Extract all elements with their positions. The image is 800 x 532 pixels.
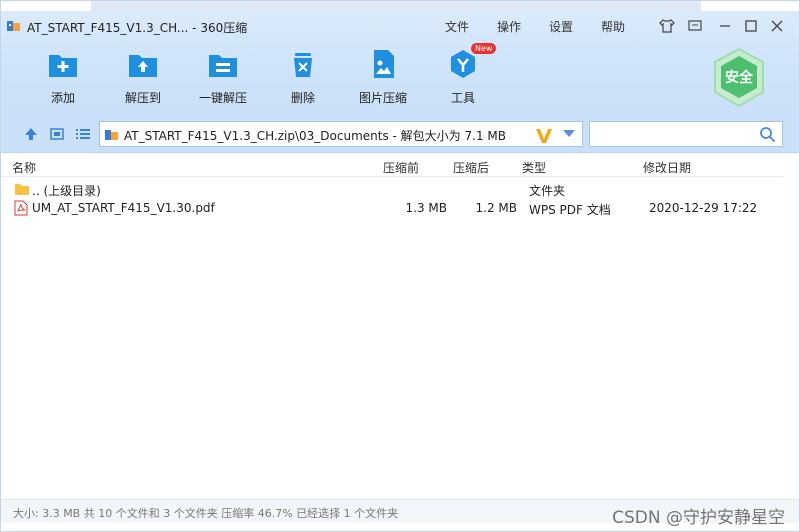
menu-help[interactable]: 帮助 <box>601 18 625 35</box>
one-click-extract-label: 一键解压 <box>198 91 247 105</box>
add-icon <box>49 55 77 77</box>
app-window: AT_START_F415_V1.3_CH... - 360压缩 文件 操作 设… <box>0 0 800 532</box>
file-type: WPS PDF 文档 <box>529 203 611 217</box>
file-name: .. (上级目录) <box>32 184 101 198</box>
column-size-after[interactable]: 压缩后 <box>453 159 489 176</box>
path-field[interactable]: AT_START_F415_V1.3_CH.zip\03_Documents -… <box>99 121 583 147</box>
image-compress-button[interactable]: 图片压缩 <box>347 47 419 109</box>
archive-app-icon <box>7 21 20 31</box>
close-button[interactable] <box>767 16 787 36</box>
tools-button[interactable]: New 工具 <box>427 43 499 109</box>
pdf-icon <box>14 200 28 216</box>
extract-to-button[interactable]: 解压到 <box>107 47 179 109</box>
address-bar: AT_START_F415_V1.3_CH.zip\03_Documents -… <box>1 115 799 153</box>
archive-icon <box>105 130 118 140</box>
minimize-button[interactable] <box>715 16 735 36</box>
delete-button[interactable]: 删除 <box>267 47 339 109</box>
column-header: 名称 压缩前 压缩后 类型 修改日期 <box>1 153 799 177</box>
status-text: 大小: 3.3 MB 共 10 个文件和 3 个文件夹 压缩率 46.7% 已经… <box>13 507 399 520</box>
menu-operation[interactable]: 操作 <box>497 18 521 35</box>
file-size-before: 1.3 MB <box>405 201 447 215</box>
table-row[interactable]: UM_AT_START_F415_V1.30.pdf 1.3 MB 1.2 MB… <box>1 199 799 218</box>
column-type[interactable]: 类型 <box>522 159 546 176</box>
skin-button[interactable] <box>657 16 677 36</box>
file-size-after: 1.2 MB <box>475 201 517 215</box>
minimize-icon <box>720 25 730 27</box>
extract-to-icon <box>129 55 157 77</box>
column-modified[interactable]: 修改日期 <box>643 159 691 176</box>
one-click-extract-button[interactable]: 一键解压 <box>187 47 259 109</box>
add-button[interactable]: 添加 <box>27 47 99 109</box>
image-compress-label: 图片压缩 <box>358 91 407 105</box>
v-logo-icon[interactable] <box>534 125 554 145</box>
delete-label: 删除 <box>290 91 315 105</box>
watermark-text: CSDN @守护安静星空 <box>612 508 785 528</box>
file-name: UM_AT_START_F415_V1.30.pdf <box>32 201 215 215</box>
up-arrow-icon[interactable] <box>23 126 39 142</box>
one-click-extract-icon <box>209 55 237 77</box>
feedback-button[interactable] <box>685 16 705 36</box>
delete-icon <box>294 53 312 77</box>
maximize-button[interactable] <box>741 16 761 36</box>
title-bar: AT_START_F415_V1.3_CH... - 360压缩 文件 操作 设… <box>1 11 799 41</box>
current-path: AT_START_F415_V1.3_CH.zip\03_Documents -… <box>124 129 506 143</box>
thumbnail-view-icon[interactable] <box>49 126 65 142</box>
main-toolbar: 添加 解压到 一键解压 删除 图片压缩 New 工具 安全 <box>1 41 799 115</box>
list-view-icon[interactable] <box>75 126 91 142</box>
column-name[interactable]: 名称 <box>12 159 36 176</box>
safe-shield-icon[interactable]: 安全 <box>711 47 767 109</box>
close-icon <box>771 20 783 32</box>
safe-label: 安全 <box>725 69 754 86</box>
search-icon[interactable] <box>759 126 776 143</box>
maximize-icon <box>745 20 757 32</box>
column-size-before[interactable]: 压缩前 <box>383 159 419 176</box>
table-row[interactable]: .. (上级目录) 文件夹 <box>1 180 799 199</box>
shirt-icon <box>659 19 675 33</box>
tools-label: 工具 <box>450 91 475 105</box>
menu-file[interactable]: 文件 <box>445 18 469 35</box>
file-type: 文件夹 <box>529 184 566 198</box>
message-icon <box>688 20 702 31</box>
folder-icon <box>15 184 29 195</box>
extract-to-label: 解压到 <box>124 91 161 105</box>
chevron-down-icon[interactable] <box>562 129 576 139</box>
image-compress-icon <box>374 50 394 78</box>
background-window-strip <box>91 1 701 11</box>
window-title: AT_START_F415_V1.3_CH... - 360压缩 <box>27 21 248 35</box>
add-label: 添加 <box>50 91 75 105</box>
search-input[interactable] <box>589 121 783 147</box>
new-badge: New <box>471 43 497 54</box>
file-modified: 2020-12-29 17:22 <box>649 201 758 215</box>
menu-settings[interactable]: 设置 <box>549 18 573 35</box>
